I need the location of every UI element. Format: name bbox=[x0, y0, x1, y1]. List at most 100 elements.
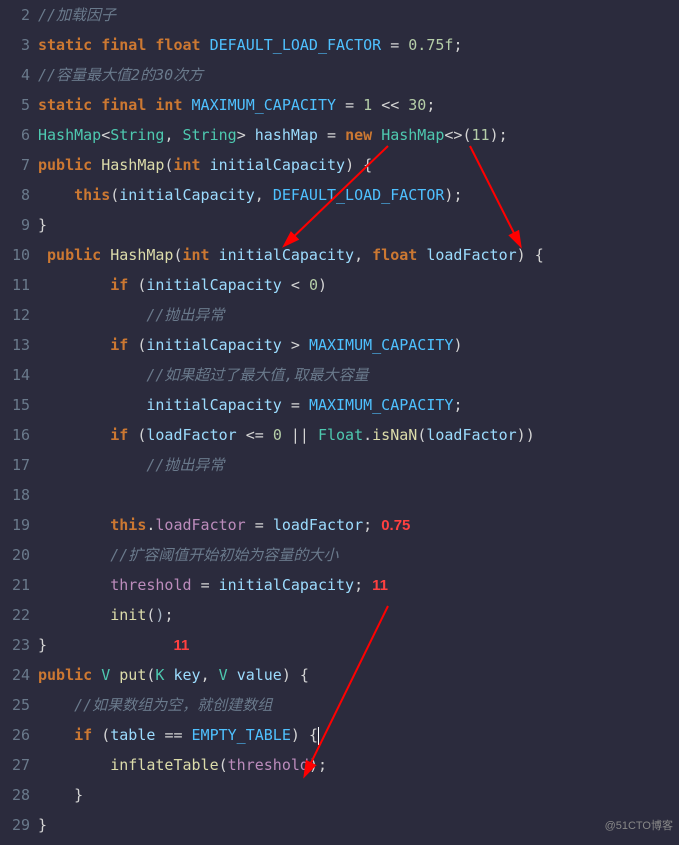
code-line: //如果超过了最大值,取最大容量 bbox=[38, 360, 679, 390]
token-this: this bbox=[74, 186, 110, 204]
code-content: //加载因子 static final float DEFAULT_LOAD_FA… bbox=[38, 0, 679, 840]
token-op: = bbox=[201, 576, 210, 594]
token-punct: ( bbox=[101, 726, 110, 744]
token-var: initialCapacity bbox=[146, 396, 281, 414]
line-number: 27 bbox=[0, 750, 30, 780]
token-kw: float bbox=[372, 246, 417, 264]
token-cmt: //加载因子 bbox=[38, 6, 116, 24]
token-op: <= bbox=[246, 426, 264, 444]
token-method: inflateTable bbox=[110, 756, 218, 774]
code-line: } 11 bbox=[38, 630, 679, 660]
token-const: DEFAULT_LOAD_FACTOR bbox=[273, 186, 445, 204]
token-field: threshold bbox=[110, 576, 191, 594]
token-var: initialCapacity bbox=[119, 186, 254, 204]
token-field: loadFactor bbox=[155, 516, 245, 534]
token-ann-red: 11 bbox=[372, 577, 388, 594]
code-line bbox=[38, 480, 679, 510]
code-line: //如果数组为空，就创建数组 bbox=[38, 690, 679, 720]
code-line: inflateTable(threshold); bbox=[38, 750, 679, 780]
code-line: HashMap<String, String> hashMap = new Ha… bbox=[38, 120, 679, 150]
token-kw: public bbox=[38, 666, 92, 684]
token-cmt: //如果超过了最大值,取最大容量 bbox=[146, 366, 368, 384]
token-punct: { bbox=[309, 726, 318, 744]
token-punct: ) bbox=[309, 756, 318, 774]
code-line: this.loadFactor = loadFactor; 0.75 bbox=[38, 510, 679, 540]
token-punct: } bbox=[38, 216, 47, 234]
token-op: > bbox=[291, 336, 300, 354]
token-punct: { bbox=[363, 156, 372, 174]
code-line: this(initialCapacity, DEFAULT_LOAD_FACTO… bbox=[38, 180, 679, 210]
token-punct: ( bbox=[417, 426, 426, 444]
token-punct: < bbox=[101, 126, 110, 144]
token-punct: } bbox=[38, 816, 47, 834]
token-kw: public bbox=[47, 246, 101, 264]
token-cls: HashMap bbox=[38, 126, 101, 144]
code-line: } bbox=[38, 780, 679, 810]
line-number: 26 bbox=[0, 720, 30, 750]
token-num: 30 bbox=[408, 96, 426, 114]
code-line: //扩容阈值开始初始为容量的大小 bbox=[38, 540, 679, 570]
token-const: MAXIMUM_CAPACITY bbox=[309, 336, 454, 354]
token-ann-red: 0.75 bbox=[381, 517, 410, 534]
token-kw: int bbox=[155, 96, 182, 114]
line-number: 14 bbox=[0, 360, 30, 390]
line-number: 12 bbox=[0, 300, 30, 330]
token-const: EMPTY_TABLE bbox=[192, 726, 291, 744]
code-line: init(); bbox=[38, 600, 679, 630]
code-line: } bbox=[38, 810, 679, 840]
token-punct: , bbox=[255, 186, 264, 204]
token-var: hashMap bbox=[255, 126, 318, 144]
token-punct: <> bbox=[444, 126, 462, 144]
code-line: //容量最大值2的30次方 bbox=[38, 60, 679, 90]
token-kw: static bbox=[38, 36, 92, 54]
token-punct: . bbox=[363, 426, 372, 444]
token-punct: ; bbox=[164, 606, 173, 624]
token-kw: static bbox=[38, 96, 92, 114]
token-method: put bbox=[119, 666, 146, 684]
token-var: initialCapacity bbox=[210, 156, 345, 174]
code-line: //抛出异常 bbox=[38, 300, 679, 330]
token-punct: ; bbox=[354, 576, 363, 594]
token-punct: ) bbox=[345, 156, 354, 174]
token-num: 0 bbox=[309, 276, 318, 294]
token-op: = bbox=[390, 36, 399, 54]
token-method: isNaN bbox=[372, 426, 417, 444]
line-number: 17 bbox=[0, 450, 30, 480]
token-kw: float bbox=[155, 36, 200, 54]
token-ann-red: 11 bbox=[173, 637, 189, 654]
token-punct: ( bbox=[219, 756, 228, 774]
line-number: 28 bbox=[0, 780, 30, 810]
token-var: initialCapacity bbox=[219, 576, 354, 594]
token-op: = bbox=[255, 516, 264, 534]
line-number: 15 bbox=[0, 390, 30, 420]
line-number: 9 bbox=[0, 210, 30, 240]
token-op: || bbox=[291, 426, 309, 444]
code-line: if (loadFactor <= 0 || Float.isNaN(loadF… bbox=[38, 420, 679, 450]
token-op: = bbox=[345, 96, 354, 114]
token-this: this bbox=[110, 516, 146, 534]
line-number: 25 bbox=[0, 690, 30, 720]
line-number: 21 bbox=[0, 570, 30, 600]
token-kw: final bbox=[101, 96, 146, 114]
token-punct: , bbox=[201, 666, 210, 684]
code-line: } bbox=[38, 210, 679, 240]
code-line: //加载因子 bbox=[38, 0, 679, 30]
token-kw: public bbox=[38, 156, 92, 174]
line-number: 8 bbox=[0, 180, 30, 210]
token-var: loadFactor bbox=[273, 516, 363, 534]
code-line: if (initialCapacity < 0) bbox=[38, 270, 679, 300]
token-const: MAXIMUM_CAPACITY bbox=[309, 396, 454, 414]
token-cmt: //如果数组为空，就创建数组 bbox=[74, 696, 272, 714]
code-block: 2345678910111213141516171819202122232425… bbox=[0, 0, 679, 840]
token-var: value bbox=[237, 666, 282, 684]
token-punct: ) bbox=[453, 336, 462, 354]
token-punct: ( bbox=[462, 126, 471, 144]
token-punct: ) bbox=[282, 666, 291, 684]
line-number: 11 bbox=[0, 270, 30, 300]
token-cls: V bbox=[219, 666, 228, 684]
token-punct: , bbox=[164, 126, 173, 144]
line-number: 19 bbox=[0, 510, 30, 540]
token-const: MAXIMUM_CAPACITY bbox=[192, 96, 337, 114]
token-field: threshold bbox=[228, 756, 309, 774]
token-cls: K bbox=[155, 666, 164, 684]
